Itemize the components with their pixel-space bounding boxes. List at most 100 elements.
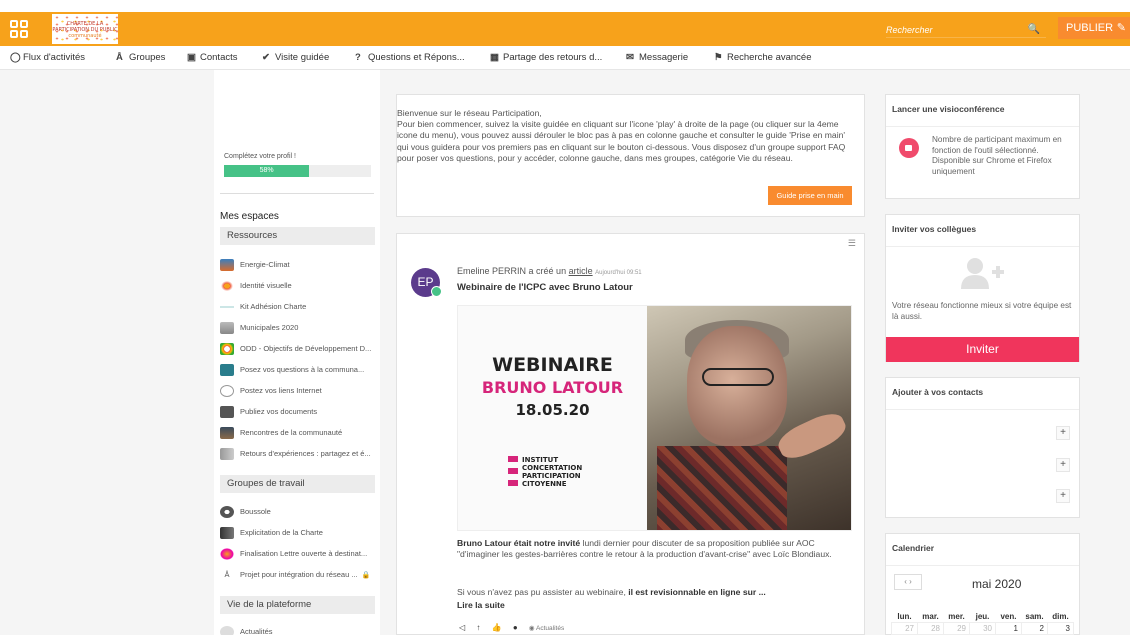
- sidebar-item-energie-climat[interactable]: Energie-Climat: [220, 259, 374, 271]
- nav-item-contacts[interactable]: ▣ Contacts: [187, 52, 238, 63]
- calendar-day[interactable]: 28: [917, 622, 944, 635]
- welcome-text: Bienvenue sur le réseau Participation, P…: [397, 108, 846, 163]
- welcome-card: Bienvenue sur le réseau Participation, P…: [396, 94, 865, 217]
- add-contact-button[interactable]: +: [1056, 489, 1070, 503]
- nav-item-sharing[interactable]: ▦ Partage des retours d...: [490, 52, 602, 63]
- visual-identity-icon: [220, 280, 234, 292]
- main-nav: ◯ Flux d'activités Å Groupes ▣ Contacts ✔ Vi…: [0, 46, 1130, 70]
- nav-item-advanced-search[interactable]: ⚑ Recherche avancée: [714, 52, 812, 63]
- video-camera-icon[interactable]: [899, 138, 919, 158]
- webinar-poster: WEBINAIRE BRUNO LATOUR 18.05.20 INSTITUT…: [458, 306, 647, 530]
- author-action: a créé un: [528, 266, 567, 276]
- profile-completion-label: Complétez votre profil !: [224, 153, 296, 160]
- sidebar-item-explicitation[interactable]: Explicitation de la Charte: [220, 527, 374, 539]
- post-author-line: Emeline PERRIN a créé un article Aujourd…: [457, 266, 642, 276]
- sidebar-item-odd[interactable]: ODD - Objectifs de Développement D...: [220, 343, 374, 355]
- publish-button[interactable]: PUBLIER ✎: [1058, 17, 1130, 39]
- read-more-link[interactable]: Lire la suite: [457, 600, 505, 610]
- sidebar-item-kit-adhesion[interactable]: Kit Adhésion Charte: [220, 301, 374, 313]
- section-groupes-de-travail[interactable]: Groupes de travail: [220, 475, 375, 493]
- comment-icon[interactable]: ●: [513, 623, 518, 632]
- odd-icon: [220, 343, 234, 355]
- user-add-icon: [961, 258, 1004, 289]
- questions-icon: [220, 364, 234, 376]
- invite-card: Inviter vos collègues Votre réseau fonct…: [885, 214, 1080, 362]
- sidebar-item-actualites[interactable]: Actualités: [220, 626, 374, 635]
- nav-item-faq[interactable]: ? Questions et Répons...: [355, 52, 465, 63]
- pin-icon[interactable]: ↑: [476, 623, 480, 632]
- article-link[interactable]: article: [569, 266, 593, 276]
- profile-progress-fill: 58%: [224, 165, 310, 177]
- post-actions: ◁ ↑ 👍 ● ◉ Actualités: [459, 623, 582, 632]
- invite-title: Inviter vos collègues: [892, 224, 977, 234]
- invite-button[interactable]: Inviter: [886, 337, 1079, 362]
- contacts-icon: ▣: [187, 52, 196, 63]
- add-contacts-card: Ajouter à vos contacts + + +: [885, 377, 1080, 518]
- group-icon: Å: [224, 570, 230, 579]
- add-contacts-title: Ajouter à vos contacts: [892, 387, 984, 397]
- activity-post: ☰ EP Emeline PERRIN a créé un article Au…: [396, 233, 865, 635]
- sidebar-item-rencontres[interactable]: Rencontres de la communauté: [220, 427, 374, 439]
- webinar-image[interactable]: WEBINAIRE BRUNO LATOUR 18.05.20 INSTITUT…: [457, 305, 852, 531]
- profile-progress[interactable]: 58%: [224, 165, 371, 177]
- signpost-icon: ⚑: [714, 52, 723, 63]
- add-contact-button[interactable]: +: [1056, 426, 1070, 440]
- nav-item-guided-tour[interactable]: ✔ Visite guidée: [262, 52, 329, 63]
- poster-line2: BRUNO LATOUR: [481, 378, 624, 397]
- sidebar-item-identite-visuelle[interactable]: Identité visuelle: [220, 280, 374, 292]
- envelope-icon: ✉: [626, 52, 634, 63]
- section-ressources[interactable]: Ressources: [220, 227, 375, 245]
- calendar-day[interactable]: 3: [1047, 622, 1074, 635]
- institute-mark-icon: [508, 456, 518, 486]
- logo-line3: communauté: [68, 33, 102, 39]
- nav-item-activity[interactable]: ◯ Flux d'activités: [10, 52, 85, 63]
- visio-title[interactable]: Lancer une visioconférence: [892, 104, 1004, 114]
- logo[interactable]: CHARTE DE LA PARTICIPATION DU PUBLIC com…: [52, 14, 118, 44]
- sidebar-item-retours[interactable]: Retours d'expériences : partagez et é...: [220, 448, 374, 460]
- post-title[interactable]: Webinaire de l'ICPC avec Bruno Latour: [457, 282, 633, 293]
- nav-item-messages[interactable]: ✉ Messagerie: [626, 52, 688, 63]
- category-tag[interactable]: ◉ Actualités: [529, 625, 573, 632]
- author-name[interactable]: Emeline PERRIN: [457, 266, 526, 276]
- sidebar-item-boussole[interactable]: Boussole: [220, 506, 374, 518]
- speaker-photo: [647, 306, 851, 530]
- add-contact-button[interactable]: +: [1056, 458, 1070, 472]
- lock-icon: 🔒: [361, 571, 371, 579]
- search-placeholder: Rechercher: [886, 25, 933, 35]
- sidebar-item-questions[interactable]: Posez vos questions à la communa...: [220, 364, 374, 376]
- globe-icon: ◯: [10, 52, 21, 63]
- search-icon[interactable]: 🔍: [1028, 24, 1040, 35]
- search-input[interactable]: Rechercher 🔍: [886, 22, 1046, 38]
- calendar-title: Calendrier: [892, 543, 935, 553]
- like-icon[interactable]: 👍: [492, 623, 502, 632]
- sidebar-item-lettre[interactable]: Finalisation Lettre ouverte à destinat..…: [220, 548, 374, 560]
- visio-card: Lancer une visioconférence Nombre de par…: [885, 94, 1080, 199]
- calendar-day[interactable]: 27: [891, 622, 918, 635]
- people-icon: [220, 527, 234, 539]
- calendar-day[interactable]: 30: [969, 622, 996, 635]
- visio-text: Nombre de participant maximum en fonctio…: [932, 135, 1062, 176]
- apps-grid-icon[interactable]: [10, 20, 28, 38]
- question-icon: ?: [355, 52, 361, 63]
- guide-button[interactable]: Guide prise en main: [768, 186, 852, 205]
- sidebar: Complétez votre profil ! 58% Mes espaces…: [214, 70, 380, 635]
- share-icon[interactable]: ◁: [459, 623, 465, 632]
- calendar-day[interactable]: 2: [1021, 622, 1048, 635]
- top-bar: CHARTE DE LA PARTICIPATION DU PUBLIC com…: [0, 12, 1130, 46]
- calendar-nav[interactable]: ‹ ›: [894, 574, 922, 590]
- section-vie-plateforme[interactable]: Vie de la plateforme: [220, 596, 375, 614]
- sidebar-item-documents[interactable]: Publiez vos documents: [220, 406, 374, 418]
- online-badge: [431, 286, 442, 297]
- compass-icon: [220, 506, 234, 518]
- energy-icon: [220, 259, 234, 271]
- options-icon[interactable]: ☰: [848, 238, 856, 249]
- sidebar-item-municipales[interactable]: Municipales 2020: [220, 322, 374, 334]
- calendar-day[interactable]: 1: [995, 622, 1022, 635]
- sidebar-item-links[interactable]: Postez vos liens Internet: [220, 385, 374, 397]
- post-body: Bruno Latour était notre invité lundi de…: [457, 538, 832, 560]
- sidebar-item-projet[interactable]: Å Projet pour intégration du réseau ... 🔒: [220, 569, 374, 581]
- nav-item-groups[interactable]: Å Groupes: [116, 52, 165, 63]
- calendar-day[interactable]: 29: [943, 622, 970, 635]
- institute-logo: INSTITUT CONCERTATION PARTICIPATION CITO…: [508, 456, 608, 488]
- grid-icon: ▦: [490, 52, 499, 63]
